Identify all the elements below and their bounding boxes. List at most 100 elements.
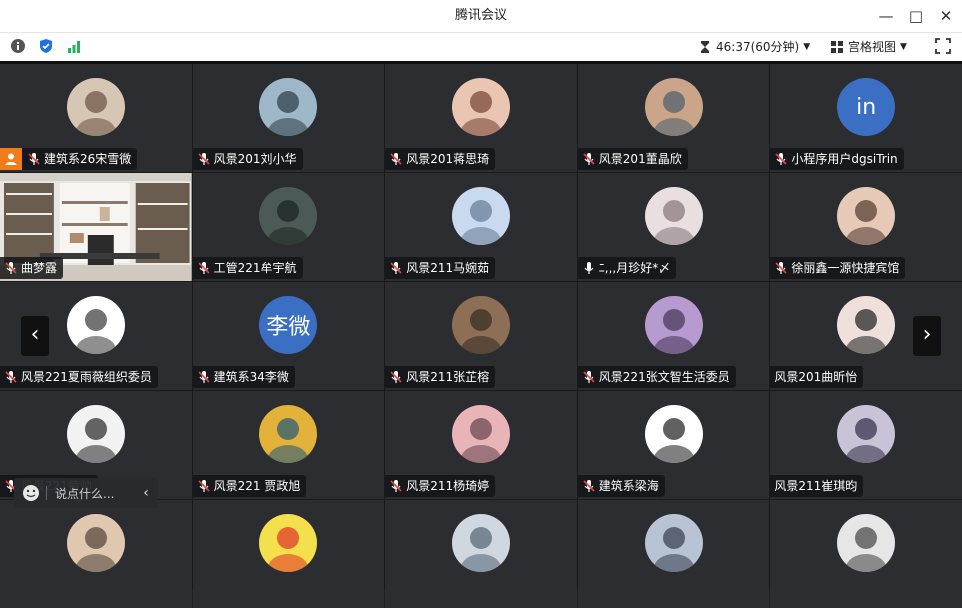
mic-muted-icon	[390, 480, 402, 492]
mic-muted-icon	[5, 262, 17, 274]
participant-avatar	[451, 187, 510, 245]
fullscreen-icon[interactable]	[935, 38, 951, 54]
chat-quick-input[interactable]: 说点什么... ‹	[14, 478, 158, 508]
participant-name-bar: 徐丽鑫一源快捷宾馆	[770, 257, 906, 279]
mic-muted-icon	[583, 480, 595, 492]
participant-tile[interactable]: 风景211马婉茹	[385, 173, 577, 281]
title-bar: 腾讯会议 — □ ✕	[0, 0, 962, 33]
participant-tile[interactable]: 工管221牟宇航	[192, 173, 385, 281]
host-icon	[0, 148, 22, 170]
prev-page-button[interactable]: ‹	[21, 316, 49, 356]
emoji-icon[interactable]	[22, 484, 40, 502]
participant-tile[interactable]: 建筑系梁海	[577, 391, 770, 499]
participant-avatar	[837, 514, 896, 572]
participant-name: 建筑系26宋雪微	[44, 152, 132, 166]
participant-tile[interactable]: 风景211崔琪昀	[770, 391, 962, 499]
participant-name: 徐丽鑫一源快捷宾馆	[791, 261, 900, 275]
participant-name-bar: 风景201董晶欣	[577, 148, 688, 170]
participant-tile[interactable]: 风景201蒋思琦	[385, 64, 577, 172]
participant-tile[interactable]: 李微 建筑系34李微	[192, 282, 385, 390]
collapse-chevron-icon[interactable]: ‹	[134, 485, 158, 501]
chat-placeholder: 说点什么...	[55, 486, 115, 501]
participant-tile[interactable]: in 小程序用户dgsiTrin	[770, 64, 962, 172]
meeting-timer[interactable]: 46:37(60分钟) ▼	[698, 33, 810, 61]
participant-avatar	[259, 78, 318, 136]
participant-name-bar: 风景201蒋思琦	[385, 148, 496, 170]
meeting-toolbar: 46:37(60分钟) ▼ 宫格视图 ▼	[0, 33, 962, 64]
mic-muted-icon	[198, 371, 210, 383]
mic-muted-icon	[390, 262, 402, 274]
participant-name: 风景201刘小华	[213, 152, 297, 166]
participant-name-bar: 建筑系26宋雪微	[0, 148, 138, 170]
mic-muted-icon	[28, 153, 40, 165]
participant-tile[interactable]: ﾆ,,,月珍好*〆	[577, 173, 770, 281]
hourglass-icon	[701, 41, 709, 53]
participant-tile[interactable]	[192, 500, 385, 608]
participant-tile[interactable]	[577, 500, 770, 608]
next-page-button[interactable]: ›	[913, 316, 941, 356]
participant-name: 小程序用户dgsiTrin	[791, 152, 898, 166]
participant-name-bar: 风景211崔琪昀	[770, 475, 864, 497]
participant-tile[interactable]: 风景211张芷榕	[385, 282, 577, 390]
participant-tile[interactable]: 徐丽鑫一源快捷宾馆	[770, 173, 962, 281]
participant-avatar	[644, 296, 703, 354]
info-icon[interactable]	[10, 38, 26, 54]
participant-tile[interactable]	[0, 500, 192, 608]
participant-name: 风景211张芷榕	[406, 370, 490, 384]
participant-name: 风景221张文智生活委员	[598, 370, 730, 384]
participant-name: 风景211崔琪昀	[774, 479, 858, 493]
participant-avatar	[66, 78, 125, 136]
participant-avatar	[644, 514, 703, 572]
participant-avatar	[837, 187, 896, 245]
minimize-button[interactable]: —	[876, 6, 896, 26]
mic-muted-icon	[198, 153, 210, 165]
participant-name-bar: 风景211杨琦婷	[385, 475, 496, 497]
participant-name-bar: ﾆ,,,月珍好*〆	[577, 257, 677, 279]
chevron-down-icon: ▼	[803, 42, 811, 52]
participant-tile[interactable]	[385, 500, 577, 608]
participant-avatar: in	[837, 78, 896, 136]
participant-avatar	[451, 296, 510, 354]
participant-name: 风景201蒋思琦	[406, 152, 490, 166]
participant-name: 曲梦露	[21, 261, 58, 275]
mic-on-icon	[584, 262, 594, 274]
participant-avatar	[66, 296, 125, 354]
participant-tile[interactable]: 曲梦露	[0, 173, 192, 281]
mic-muted-icon	[390, 153, 402, 165]
participant-tile[interactable]: 风景201刘小华	[192, 64, 385, 172]
close-button[interactable]: ✕	[936, 6, 956, 26]
participant-name-bar: 风景221张文智生活委员	[577, 366, 736, 388]
security-shield-icon[interactable]	[38, 38, 54, 54]
mic-muted-icon	[5, 371, 17, 383]
participant-name-bar: 风景211张芷榕	[385, 366, 496, 388]
divider	[46, 486, 47, 500]
participant-name: 风景211马婉茹	[406, 261, 490, 275]
participant-name-bar: 建筑系34李微	[192, 366, 295, 388]
view-mode-select[interactable]: 宫格视图 ▼	[830, 33, 907, 61]
participant-avatar	[259, 514, 318, 572]
participant-name: ﾆ,,,月珍好*〆	[598, 261, 671, 275]
timer-text: 46:37(60分钟)	[716, 40, 800, 54]
participant-avatar	[644, 78, 703, 136]
participant-avatar	[451, 78, 510, 136]
view-mode-label: 宫格视图	[848, 40, 897, 54]
mic-muted-icon	[583, 153, 595, 165]
participant-name-bar: 风景201曲昕怡	[770, 366, 864, 388]
participant-tile[interactable]: 风景221 贾政旭	[192, 391, 385, 499]
participant-tile[interactable]	[770, 500, 962, 608]
grid-view-icon	[831, 41, 843, 53]
participant-name-bar: 工管221牟宇航	[192, 257, 303, 279]
maximize-button[interactable]: □	[906, 6, 926, 26]
participant-name: 风景221夏雨薇组织委员	[21, 370, 152, 384]
participant-tile[interactable]: 风景211杨琦婷	[385, 391, 577, 499]
participant-tile[interactable]: 风景221张文智生活委员	[577, 282, 770, 390]
signal-icon[interactable]	[66, 38, 82, 54]
participant-tile[interactable]: 风景201董晶欣	[577, 64, 770, 172]
participant-name-bar: 风景211马婉茹	[385, 257, 496, 279]
mic-muted-icon	[390, 371, 402, 383]
participant-avatar	[451, 514, 510, 572]
mic-muted-icon	[198, 262, 210, 274]
participant-tile[interactable]: 建筑系26宋雪微	[0, 64, 192, 172]
participant-avatar	[259, 187, 318, 245]
chevron-down-icon: ▼	[900, 42, 907, 52]
